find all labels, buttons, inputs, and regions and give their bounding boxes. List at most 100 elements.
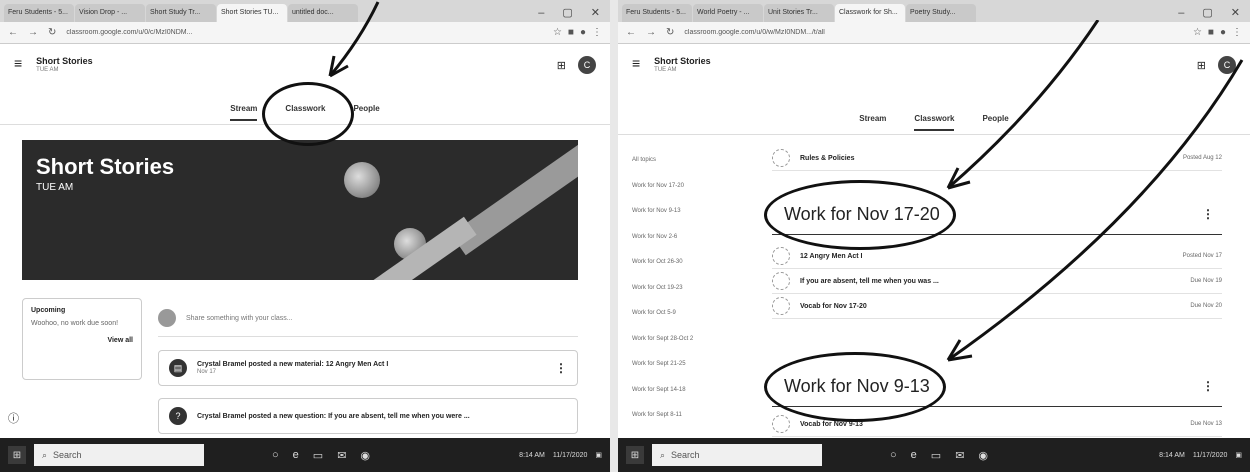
banner-title: Short Stories [36, 154, 175, 179]
window-controls: – ▢ ✕ [538, 4, 610, 22]
topic-list: All topics Work for Nov 17-20 Work for N… [632, 148, 762, 429]
close-icon[interactable]: ✕ [591, 4, 600, 22]
topic-item[interactable]: Work for Sept 21-25 [632, 352, 762, 378]
taskbar-time[interactable]: 8:14 AM [1159, 452, 1185, 459]
browser-tab-active[interactable]: Classwork for Sh... [835, 4, 905, 22]
annotation-arrow [328, 1, 380, 78]
banner-subtitle: TUE AM [36, 182, 74, 193]
search-icon: ⌕ [660, 449, 666, 460]
material-icon: ▤ [169, 359, 187, 377]
upcoming-card: Upcoming Woohoo, no work due soon! View … [22, 298, 142, 380]
taskbar-search-label: Search [53, 450, 82, 460]
material-icon [772, 247, 790, 265]
notification-icon[interactable]: ▣ [1235, 451, 1242, 459]
class-banner: Short Stories TUE AM [22, 140, 578, 280]
browser-tab[interactable]: Short Study Tr... [146, 4, 216, 22]
reload-icon[interactable]: ↻ [48, 27, 56, 38]
windows-taskbar: ⊞ ⌕ Search ○ e ▭ ✉ ◉ 8:14 AM 11/17/2020 … [0, 438, 610, 472]
left-screenshot: Feru Students - 5... Vision Drop - ... S… [0, 0, 610, 472]
browser-tab[interactable]: Feru Students - 5... [4, 4, 74, 22]
avatar[interactable]: C [578, 56, 596, 74]
back-icon[interactable]: ← [626, 27, 636, 38]
screenshot-gap [610, 0, 618, 472]
taskbar-date[interactable]: 11/17/2020 [1193, 452, 1228, 459]
minimize-icon[interactable]: – [538, 4, 544, 22]
extension-icon[interactable]: ■ [568, 27, 574, 38]
topic-item[interactable]: Work for Oct 5-9 [632, 301, 762, 327]
topic-item[interactable]: Work for Sept 28-Oct 2 [632, 327, 762, 353]
folder-icon[interactable]: ▭ [313, 449, 323, 462]
taskbar-date[interactable]: 11/17/2020 [553, 452, 588, 459]
windows-taskbar: ⊞ ⌕ Search ○ e ▭ ✉ ◉ 8:14 AM 11/17/2020 … [618, 438, 1250, 472]
more-options-icon[interactable]: ⋮ [555, 361, 567, 375]
forward-icon[interactable]: → [28, 27, 38, 38]
more-options-icon[interactable]: ⋮ [1202, 379, 1214, 393]
stream-post[interactable]: ? Crystal Bramel posted a new question: … [158, 398, 578, 434]
task-view-icon[interactable]: ○ [272, 449, 279, 462]
topic-item[interactable]: Work for Nov 2-6 [632, 225, 762, 251]
reload-icon[interactable]: ↻ [666, 27, 674, 38]
maximize-icon[interactable]: ▢ [562, 4, 572, 22]
edge-icon[interactable]: e [911, 449, 917, 462]
profile-icon[interactable]: ● [580, 27, 586, 38]
star-icon[interactable]: ☆ [553, 27, 562, 38]
browser-tab[interactable]: Unit Stories Tr... [764, 4, 834, 22]
hamburger-menu-icon[interactable]: ≡ [632, 56, 640, 70]
question-icon [772, 272, 790, 290]
taskbar-search[interactable]: ⌕ Search [34, 444, 204, 466]
tab-stream[interactable]: Stream [230, 104, 258, 121]
windows-start-icon[interactable]: ⊞ [8, 446, 26, 464]
browser-tab-active[interactable]: Short Stories TU... [217, 4, 287, 22]
class-section: TUE AM [36, 67, 59, 73]
assignment-icon [772, 415, 790, 433]
tab-stream[interactable]: Stream [859, 114, 886, 131]
apps-grid-icon[interactable]: ⊞ [557, 59, 566, 72]
taskbar-search[interactable]: ⌕ Search [652, 444, 822, 466]
class-name[interactable]: Short Stories [654, 56, 711, 66]
tab-people[interactable]: People [353, 104, 379, 121]
mail-icon[interactable]: ✉ [955, 449, 964, 462]
post-text: Crystal Bramel posted a new question: If… [197, 412, 470, 420]
topic-item[interactable]: Work for Oct 19-23 [632, 276, 762, 302]
edge-icon[interactable]: e [293, 449, 299, 462]
taskbar-time[interactable]: 8:14 AM [519, 452, 545, 459]
help-icon[interactable]: ⓘ [8, 410, 19, 426]
upcoming-text: Woohoo, no work due soon! [31, 320, 119, 327]
topic-item[interactable]: Work for Nov 17-20 [632, 174, 762, 200]
topic-item[interactable]: Work for Sept 8-11 [632, 403, 762, 429]
announce-box[interactable]: Share something with your class... [158, 300, 578, 337]
topic-item[interactable]: All topics [632, 148, 762, 174]
upcoming-title: Upcoming [31, 307, 66, 314]
system-tray: 8:14 AM 11/17/2020 ▣ [519, 451, 602, 460]
banner-plank-illustration [357, 216, 477, 280]
extension-icons: ☆ ■ ● ⋮ [553, 27, 602, 38]
browser-tab[interactable]: Vision Drop - ... [75, 4, 145, 22]
topic-item[interactable]: Work for Sept 14-18 [632, 378, 762, 404]
folder-icon[interactable]: ▭ [931, 449, 941, 462]
taskbar-search-label: Search [671, 450, 700, 460]
mail-icon[interactable]: ✉ [337, 449, 346, 462]
post-text: Crystal Bramel posted a new material: 12… [197, 361, 389, 368]
system-tray: 8:14 AM 11/17/2020 ▣ [1159, 451, 1242, 460]
chrome-icon[interactable]: ◉ [978, 449, 988, 462]
task-view-icon[interactable]: ○ [890, 449, 897, 462]
topic-item[interactable]: Work for Oct 26-30 [632, 250, 762, 276]
annotation-arrows [946, 20, 1244, 362]
menu-icon[interactable]: ⋮ [592, 27, 602, 38]
view-all-link[interactable]: View all [31, 337, 133, 344]
browser-tab[interactable]: World Poetry - ... [693, 4, 763, 22]
browser-tab[interactable]: Feru Students - 5... [622, 4, 692, 22]
search-icon: ⌕ [42, 449, 48, 460]
windows-start-icon[interactable]: ⊞ [626, 446, 644, 464]
class-name[interactable]: Short Stories [36, 56, 93, 66]
topic-item[interactable]: Work for Nov 9-13 [632, 199, 762, 225]
forward-icon[interactable]: → [646, 27, 656, 38]
taskbar-apps: ○ e ▭ ✉ ◉ [272, 449, 370, 462]
stream-post[interactable]: ▤ Crystal Bramel posted a new material: … [158, 350, 578, 386]
hamburger-menu-icon[interactable]: ≡ [14, 56, 22, 70]
browser-tab-strip: Feru Students - 5... World Poetry - ... … [618, 0, 1250, 22]
post-date: Nov 17 [197, 369, 217, 375]
back-icon[interactable]: ← [8, 27, 18, 38]
notification-icon[interactable]: ▣ [595, 451, 602, 459]
chrome-icon[interactable]: ◉ [360, 449, 370, 462]
